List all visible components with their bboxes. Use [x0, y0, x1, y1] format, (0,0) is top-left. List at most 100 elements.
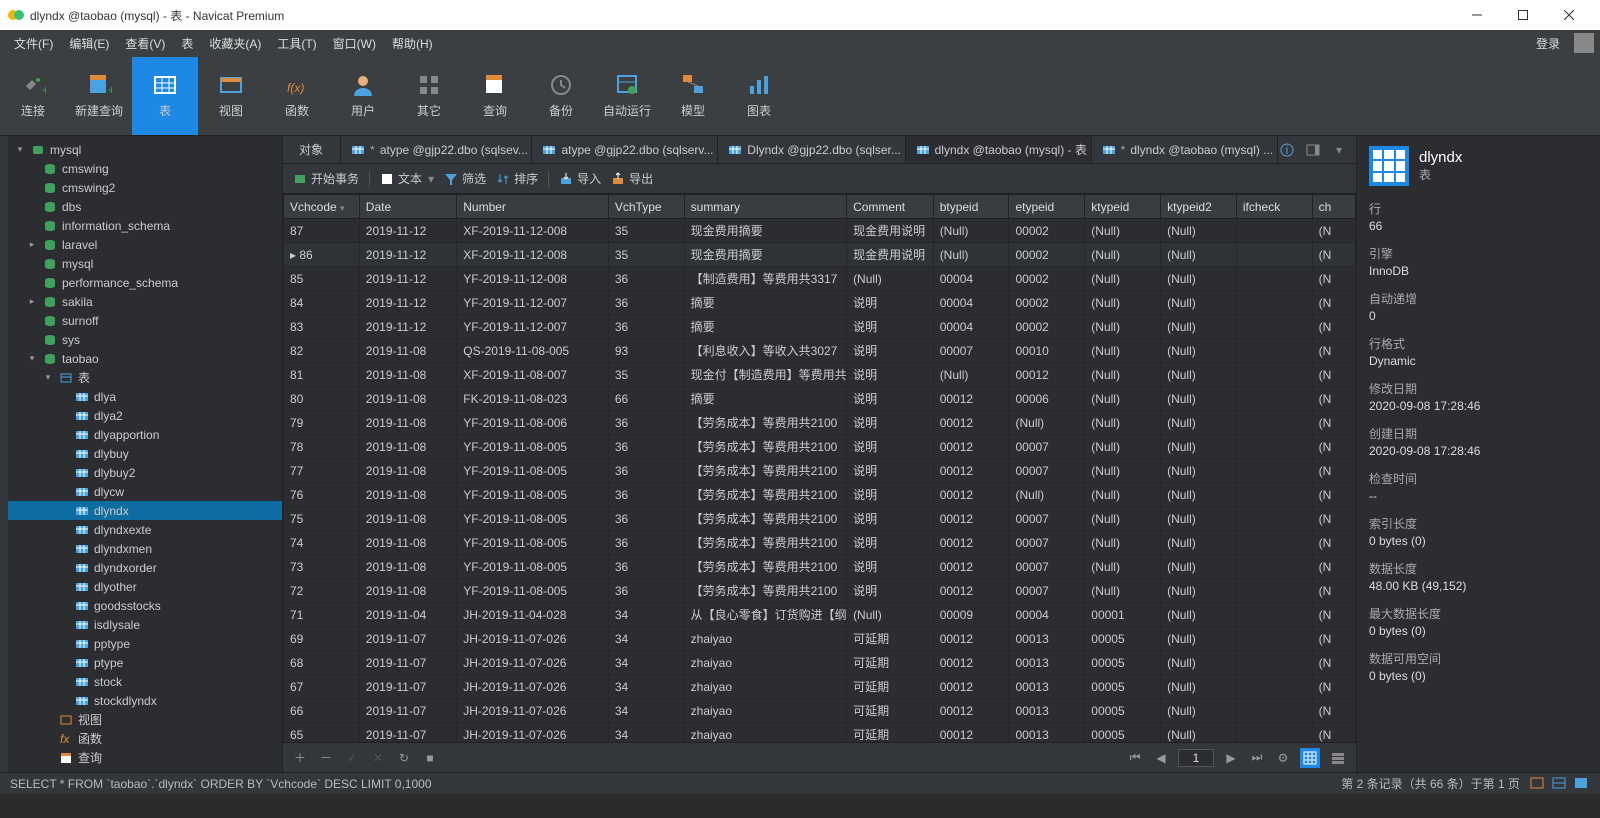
export-button[interactable]: 导出 — [611, 170, 653, 187]
table-cell[interactable]: (N — [1312, 267, 1355, 291]
table-cell[interactable]: 36 — [608, 315, 684, 339]
table-cell[interactable]: 00007 — [1009, 555, 1085, 579]
table-cell[interactable]: 现金付【制造费用】等费用共 — [684, 363, 846, 387]
table-cell[interactable]: (Null) — [1085, 579, 1161, 603]
table-cell[interactable]: (Null) — [1085, 435, 1161, 459]
table-cell[interactable]: (Null) — [933, 243, 1009, 267]
tree-item[interactable]: sys — [8, 330, 282, 349]
chevron-down-icon[interactable]: ▾ — [1330, 141, 1348, 159]
table-cell[interactable]: 00002 — [1009, 219, 1085, 243]
table-cell[interactable]: 00005 — [1085, 651, 1161, 675]
table-cell[interactable]: XF-2019-11-08-007 — [457, 363, 609, 387]
table-cell[interactable]: 可延期 — [847, 699, 934, 723]
table-cell[interactable] — [1236, 363, 1312, 387]
table-cell[interactable]: 【利息收入】等收入共3027 — [684, 339, 846, 363]
ribbon-chart-button[interactable]: 图表 — [726, 57, 792, 135]
table-cell[interactable]: (Null) — [1161, 387, 1237, 411]
table-cell[interactable]: 36 — [608, 531, 684, 555]
window-maximize-button[interactable] — [1500, 0, 1546, 30]
table-cell[interactable]: 93 — [608, 339, 684, 363]
table-cell[interactable]: 87 — [284, 219, 360, 243]
table-cell[interactable]: 2019-11-08 — [359, 459, 456, 483]
menu-item[interactable]: 窗口(W) — [325, 32, 384, 55]
table-cell[interactable]: 2019-11-04 — [359, 603, 456, 627]
table-cell[interactable]: 可延期 — [847, 675, 934, 699]
table-cell[interactable]: 34 — [608, 651, 684, 675]
table-cell[interactable] — [1236, 699, 1312, 723]
ribbon-newquery-button[interactable]: +新建查询 — [66, 57, 132, 135]
table-cell[interactable]: (Null) — [1161, 219, 1237, 243]
column-header[interactable]: ifcheck — [1236, 195, 1312, 219]
column-header[interactable]: Comment — [847, 195, 934, 219]
tree-item[interactable]: isdlysale — [8, 615, 282, 634]
table-cell[interactable]: 2019-11-08 — [359, 387, 456, 411]
table-cell[interactable]: 67 — [284, 675, 360, 699]
table-cell[interactable]: (Null) — [1161, 627, 1237, 651]
editor-tab[interactable]: Dlyndx @gjp22.dbo (sqlser... — [718, 136, 905, 164]
table-cell[interactable]: 00012 — [933, 483, 1009, 507]
table-cell[interactable]: zhaiyao — [684, 699, 846, 723]
table-cell[interactable]: 00007 — [1009, 579, 1085, 603]
table-cell[interactable]: 【劳务成本】等费用共2100 — [684, 483, 846, 507]
column-header[interactable]: btypeid — [933, 195, 1009, 219]
table-cell[interactable]: 现金费用说明 — [847, 219, 934, 243]
tree-item[interactable]: ▾表 — [8, 368, 282, 387]
table-cell[interactable]: 2019-11-07 — [359, 627, 456, 651]
table-cell[interactable]: 34 — [608, 603, 684, 627]
table-cell[interactable]: 71 — [284, 603, 360, 627]
table-cell[interactable]: 摘要 — [684, 315, 846, 339]
table-cell[interactable]: XF-2019-11-12-008 — [457, 243, 609, 267]
table-cell[interactable]: YF-2019-11-12-007 — [457, 291, 609, 315]
tree-item[interactable]: dlyndxexte — [8, 520, 282, 539]
table-cell[interactable]: (Null) — [1009, 483, 1085, 507]
table-cell[interactable]: 可延期 — [847, 651, 934, 675]
tree-item[interactable]: dlya — [8, 387, 282, 406]
table-cell[interactable]: (Null) — [1085, 243, 1161, 267]
table-cell[interactable]: FK-2019-11-08-023 — [457, 387, 609, 411]
table-cell[interactable]: 【劳务成本】等费用共2100 — [684, 579, 846, 603]
table-row[interactable]: 772019-11-08YF-2019-11-08-00536【劳务成本】等费用… — [284, 459, 1356, 483]
table-cell[interactable]: (N — [1312, 339, 1355, 363]
table-cell[interactable]: 2019-11-08 — [359, 483, 456, 507]
table-cell[interactable]: 00012 — [933, 531, 1009, 555]
table-cell[interactable]: (N — [1312, 507, 1355, 531]
table-row[interactable]: 802019-11-08FK-2019-11-08-02366摘要说明00012… — [284, 387, 1356, 411]
table-cell[interactable]: (Null) — [1161, 435, 1237, 459]
table-cell[interactable]: 36 — [608, 291, 684, 315]
table-cell[interactable]: 00012 — [933, 555, 1009, 579]
column-header[interactable]: Vchcode ▾ — [284, 195, 360, 219]
menu-item[interactable]: 帮助(H) — [384, 32, 441, 55]
table-cell[interactable]: 00012 — [933, 651, 1009, 675]
ribbon-fx-button[interactable]: f(x)函数 — [264, 57, 330, 135]
table-cell[interactable]: YF-2019-11-12-007 — [457, 315, 609, 339]
table-row[interactable]: 722019-11-08YF-2019-11-08-00536【劳务成本】等费用… — [284, 579, 1356, 603]
tree-item[interactable]: stockdlyndx — [8, 691, 282, 710]
table-cell[interactable]: 【劳务成本】等费用共2100 — [684, 531, 846, 555]
table-cell[interactable]: 00012 — [933, 411, 1009, 435]
table-cell[interactable]: (N — [1312, 483, 1355, 507]
grid-view-button[interactable] — [1300, 748, 1320, 768]
table-cell[interactable]: 2019-11-07 — [359, 723, 456, 743]
page-input[interactable] — [1178, 749, 1214, 767]
table-cell[interactable]: 00004 — [933, 291, 1009, 315]
tree-item[interactable]: ▸laravel — [8, 235, 282, 254]
table-cell[interactable]: 说明 — [847, 387, 934, 411]
table-cell[interactable]: 00002 — [1009, 243, 1085, 267]
table-cell[interactable] — [1236, 483, 1312, 507]
table-cell[interactable]: 00005 — [1085, 723, 1161, 743]
table-cell[interactable]: YF-2019-11-08-006 — [457, 411, 609, 435]
table-cell[interactable]: (N — [1312, 579, 1355, 603]
table-cell[interactable]: 00002 — [1009, 315, 1085, 339]
table-cell[interactable]: 82 — [284, 339, 360, 363]
table-cell[interactable]: 说明 — [847, 555, 934, 579]
table-cell[interactable]: YF-2019-11-08-005 — [457, 531, 609, 555]
table-cell[interactable]: zhaiyao — [684, 627, 846, 651]
table-cell[interactable]: (Null) — [1161, 483, 1237, 507]
menu-item[interactable]: 编辑(E) — [61, 32, 117, 55]
table-cell[interactable]: (Null) — [1161, 675, 1237, 699]
table-cell[interactable] — [1236, 579, 1312, 603]
editor-tab[interactable]: 对象 — [283, 136, 341, 164]
column-header[interactable]: ktypeid — [1085, 195, 1161, 219]
table-cell[interactable]: 【劳务成本】等费用共2100 — [684, 435, 846, 459]
table-cell[interactable]: (Null) — [1009, 411, 1085, 435]
